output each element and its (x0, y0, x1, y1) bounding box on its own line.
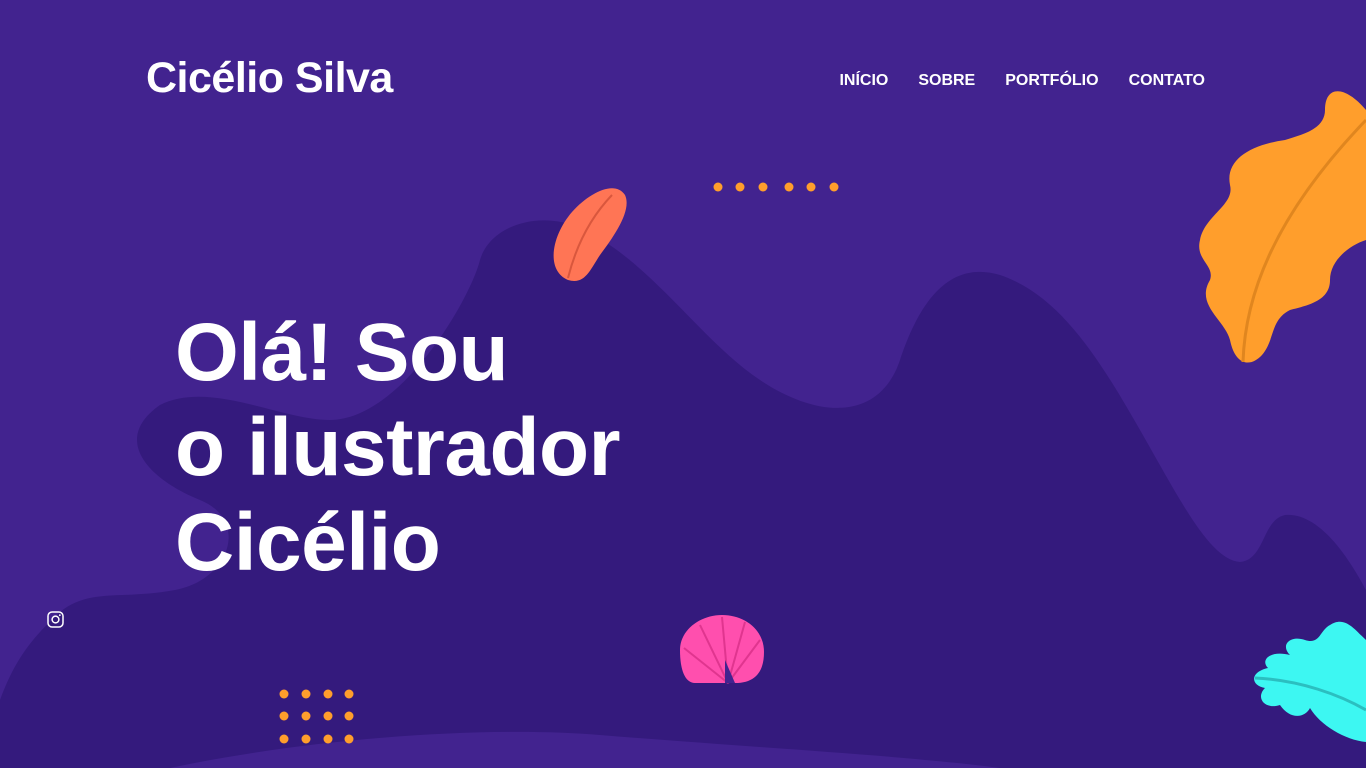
nav-link-inicio[interactable]: INÍCIO (839, 70, 888, 92)
orange-leaf-decoration (1199, 91, 1366, 363)
pink-shell-decoration (680, 615, 764, 684)
site-logo[interactable]: Cicélio Silva (146, 52, 393, 104)
nav-link-sobre[interactable]: SOBRE (918, 70, 975, 92)
nav-link-portfolio[interactable]: PORTFÓLIO (1005, 70, 1098, 92)
main-navigation: INÍCIO SOBRE PORTFÓLIO CONTATO (839, 70, 1205, 92)
hero-line-2: o ilustrador (175, 402, 621, 493)
instagram-icon[interactable] (47, 611, 64, 628)
hero-line-1: Olá! Sou (175, 307, 509, 398)
hero-heading: Olá! Sou o ilustrador Cicélio (175, 305, 621, 590)
dots-row-decoration (713, 182, 839, 192)
hero-line-3: Cicélio (175, 497, 441, 588)
nav-link-contato[interactable]: CONTATO (1129, 70, 1205, 92)
